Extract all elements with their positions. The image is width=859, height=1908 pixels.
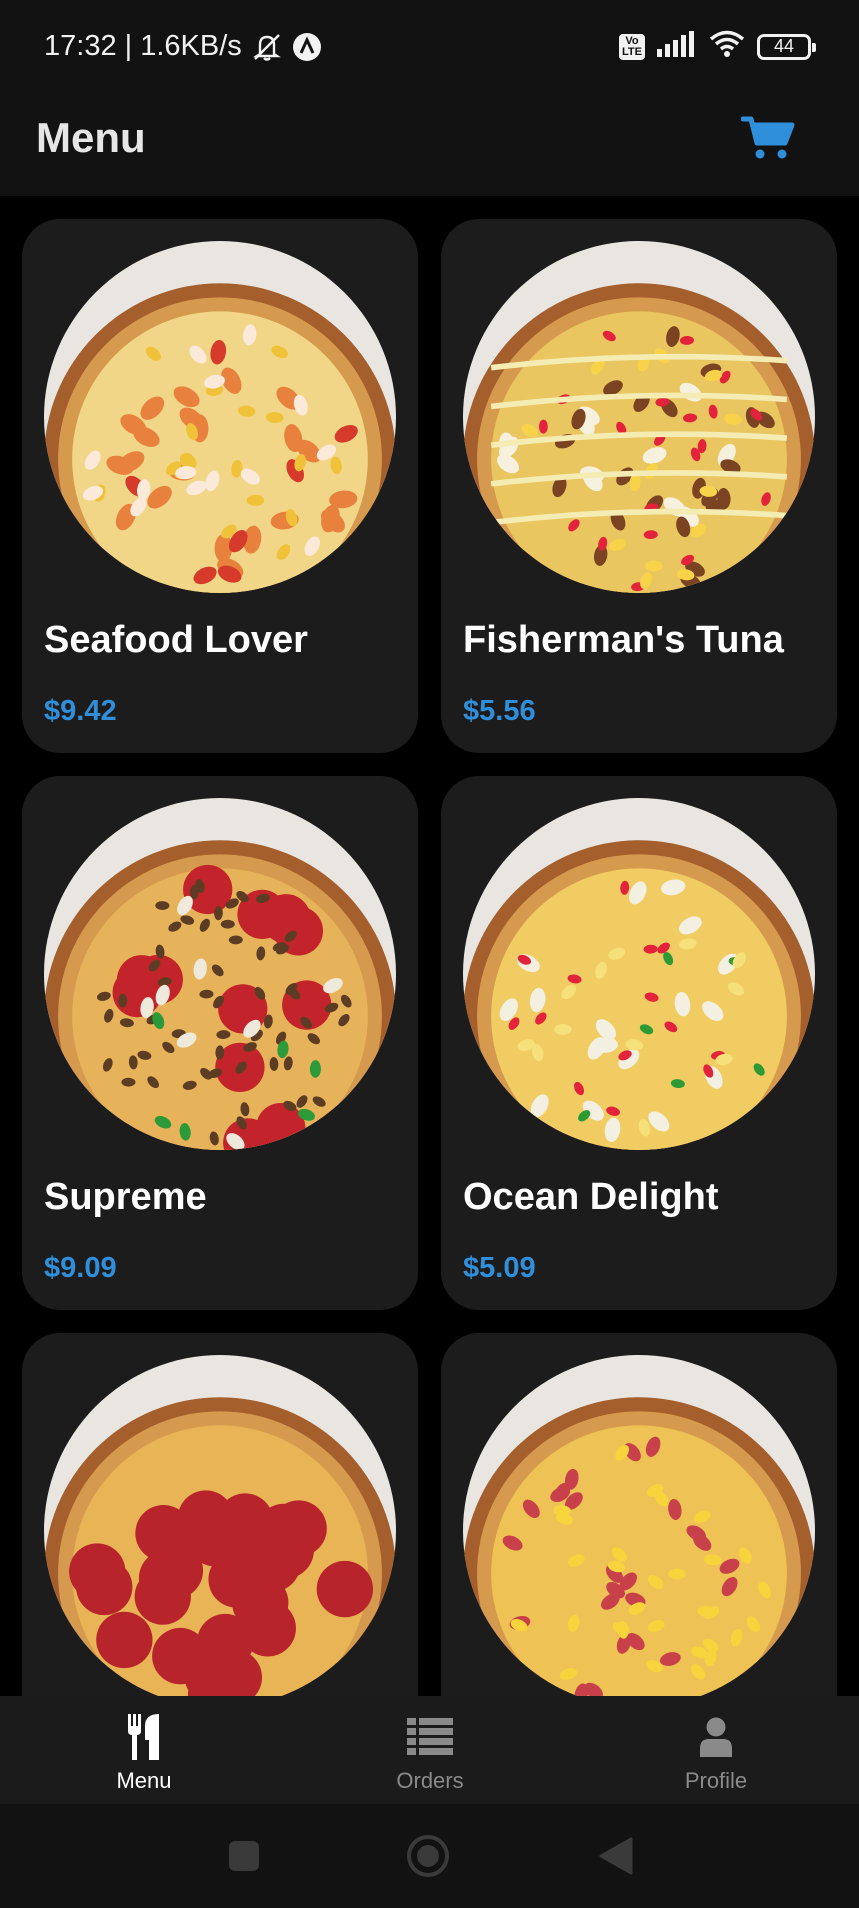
pizza-image-pepperoni (44, 1355, 396, 1696)
item-name: Seafood Lover (44, 619, 308, 661)
nav-tab-orders[interactable]: Orders (330, 1696, 530, 1804)
pizza-image-fishermans-tuna (463, 241, 815, 593)
system-navigation-bar (0, 1804, 859, 1908)
list-icon (407, 1714, 453, 1760)
shopping-cart-icon (741, 116, 795, 159)
pizza-image-ocean-delight (463, 798, 815, 1150)
menu-card-ocean-delight[interactable]: Ocean Delight $5.09 (441, 776, 837, 1310)
item-price: $9.09 (44, 1252, 117, 1284)
back-button[interactable] (592, 1832, 640, 1880)
home-circle-icon (407, 1835, 449, 1877)
recents-button[interactable] (220, 1832, 268, 1880)
menu-card-pepperoni[interactable] (22, 1333, 418, 1696)
status-right: Vo LTE 44 (619, 30, 816, 63)
recents-square-icon (229, 1841, 259, 1871)
menu-card-seafood-lover[interactable]: Seafood Lover $9.42 (22, 219, 418, 753)
item-price: $5.09 (463, 1252, 536, 1284)
volte-icon: Vo LTE (619, 33, 645, 60)
pizza-image-hawaiian (463, 1355, 815, 1696)
app-bar: Menu (0, 96, 859, 196)
status-left: 17:32 | 1.6KB/s (44, 30, 322, 63)
item-price: $9.42 (44, 695, 117, 727)
signal-icon (657, 31, 697, 62)
nav-tab-profile[interactable]: Profile (616, 1696, 816, 1804)
status-bar: 17:32 | 1.6KB/s Vo LTE 44 (0, 0, 859, 96)
wifi-icon (709, 30, 745, 63)
battery-level: 44 (773, 36, 795, 56)
nav-label-menu: Menu (116, 1768, 172, 1793)
menu-card-hawaiian[interactable] (441, 1333, 837, 1696)
item-name: Fisherman's Tuna (463, 619, 784, 661)
item-name: Ocean Delight (463, 1176, 719, 1218)
person-icon (699, 1714, 733, 1760)
menu-grid: Seafood Lover $9.42 Fisherman's Tuna $5.… (0, 196, 859, 1696)
a-circle-icon (292, 32, 322, 62)
battery-icon: 44 (757, 33, 816, 60)
nav-tab-menu[interactable]: Menu (44, 1696, 244, 1804)
page-title: Menu (36, 114, 146, 161)
time-network-speed: 17:32 | 1.6KB/s (44, 30, 242, 62)
menu-card-fishermans-tuna[interactable]: Fisherman's Tuna $5.56 (441, 219, 837, 753)
item-price: $5.56 (463, 695, 536, 727)
pizza-image-supreme (44, 798, 396, 1150)
pizza-image-seafood-lover (44, 241, 396, 593)
nav-label-profile: Profile (684, 1768, 748, 1793)
item-name: Supreme (44, 1176, 207, 1218)
fork-knife-icon (125, 1714, 163, 1760)
mute-bell-icon (250, 32, 284, 62)
nav-label-orders: Orders (396, 1768, 464, 1793)
bottom-navigation: Menu Orders Profile (0, 1696, 859, 1804)
back-triangle-icon (599, 1837, 633, 1875)
menu-card-supreme[interactable]: Supreme $9.09 (22, 776, 418, 1310)
home-button[interactable] (404, 1832, 452, 1880)
cart-button[interactable] (738, 110, 798, 166)
